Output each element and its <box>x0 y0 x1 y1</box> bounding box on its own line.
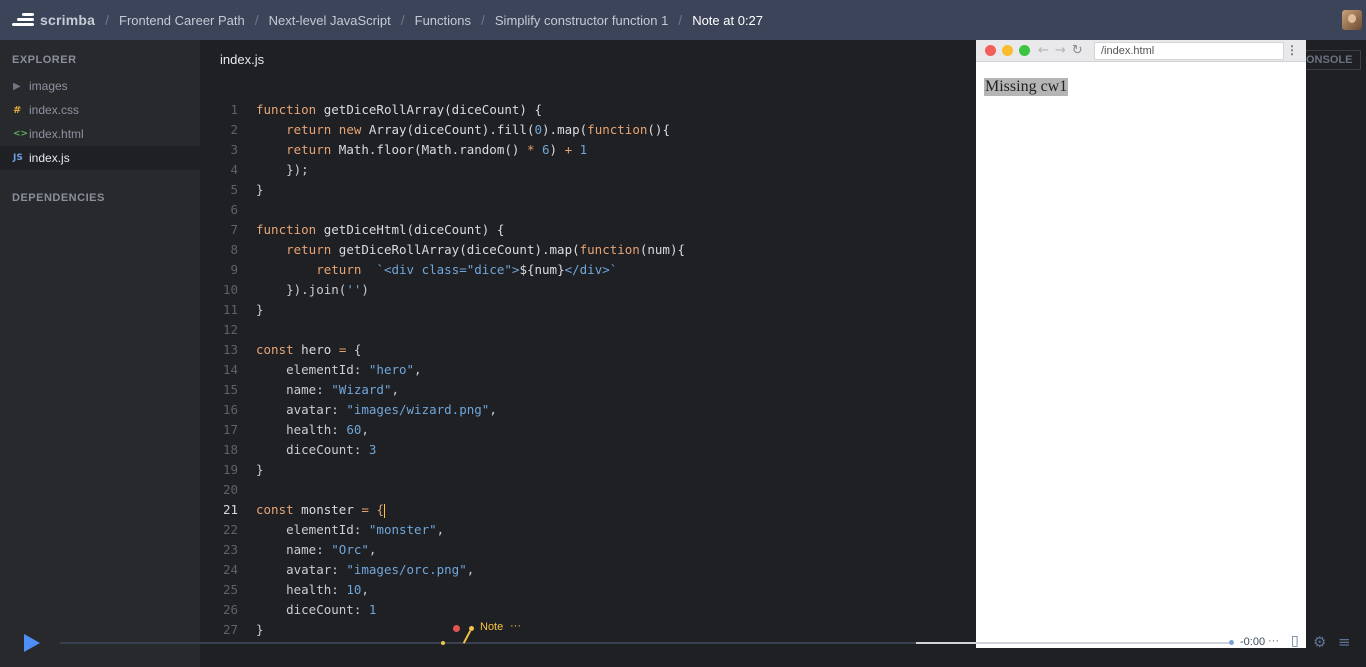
folder-caret-icon: ▶ <box>13 80 21 92</box>
editor-file-title: index.js <box>220 52 265 67</box>
close-window-icon[interactable] <box>985 45 996 56</box>
breadcrumb-separator: / <box>105 12 109 28</box>
timeline-progress <box>916 642 1232 644</box>
file-explorer-sidebar: EXPLORER ▶ images # index.css <> index.h… <box>0 40 200 667</box>
breadcrumb-career-path[interactable]: Frontend Career Path <box>119 13 245 28</box>
note-more-button[interactable]: ··· <box>510 620 521 632</box>
maximize-window-icon[interactable] <box>1019 45 1030 56</box>
breadcrumb-separator: / <box>400 12 405 28</box>
browser-toolbar: ← → ↻ /index.html ⋮ <box>976 40 1306 62</box>
note-label[interactable]: Note <box>480 621 503 633</box>
explorer-heading: EXPLORER <box>12 54 77 66</box>
breadcrumb-section[interactable]: Functions <box>415 13 471 28</box>
time-remaining: -0:00 <box>1240 636 1266 648</box>
html-file-icon: <> <box>13 129 29 139</box>
sidebar-item-label: index.js <box>29 151 70 165</box>
preview-content-text: Missing cw1 <box>984 78 1069 96</box>
play-button[interactable] <box>24 634 40 652</box>
menu-icon[interactable]: ≡ <box>1338 633 1351 651</box>
minimize-window-icon[interactable] <box>1002 45 1013 56</box>
code-editor[interactable]: index.js 1 function getDiceRollArray(dice… <box>200 40 976 667</box>
breadcrumb-separator: / <box>481 12 485 28</box>
sidebar-item-index-html[interactable]: <> index.html <box>0 122 200 146</box>
js-file-icon: JS <box>13 153 23 163</box>
sidebar-item-label: index.css <box>29 103 80 117</box>
back-arrow-icon[interactable]: ← <box>1038 43 1049 58</box>
time-more-button[interactable]: ··· <box>1268 635 1279 647</box>
settings-gear-icon[interactable]: ⚙ <box>1313 633 1326 651</box>
breadcrumb-lesson[interactable]: Simplify constructor function 1 <box>495 13 668 28</box>
record-indicator-icon <box>453 625 460 632</box>
timeline-scrubber[interactable] <box>1229 640 1234 645</box>
sidebar-item-index-js[interactable]: JS index.js <box>0 146 200 170</box>
breadcrumb-module[interactable]: Next-level JavaScript <box>269 13 391 28</box>
breadcrumb-current-note: Note at 0:27 <box>692 12 764 28</box>
sidebar-item-label: images <box>29 79 68 93</box>
reload-icon[interactable]: ↻ <box>1072 43 1083 58</box>
sidebar-item-images[interactable]: ▶ images <box>0 74 200 98</box>
note-marker[interactable] <box>441 641 445 645</box>
breadcrumb-separator: / <box>678 12 683 28</box>
top-bar: scrimba / Frontend Career Path / Next-le… <box>0 0 1366 40</box>
text-cursor <box>383 503 385 518</box>
sidebar-item-index-css[interactable]: # index.css <box>0 98 200 122</box>
bookmark-icon[interactable]: ▯ <box>1291 633 1299 649</box>
note-pin-icon <box>469 626 474 631</box>
playback-bar: Note ··· -0:00 ··· ▯ ⚙ ≡ <box>0 620 1366 667</box>
scrimba-logo[interactable]: scrimba <box>12 0 95 40</box>
logo-text: scrimba <box>40 12 96 28</box>
forward-arrow-icon[interactable]: → <box>1055 43 1066 58</box>
user-avatar[interactable] <box>1342 10 1362 30</box>
css-file-icon: # <box>13 104 22 116</box>
logo-icon <box>12 13 34 27</box>
breadcrumb-separator: / <box>254 12 259 28</box>
more-options-icon[interactable]: ⋮ <box>1286 43 1298 57</box>
sidebar-item-label: index.html <box>29 127 84 141</box>
console-tab[interactable]: ONSOLE <box>1306 50 1362 70</box>
dependencies-heading[interactable]: DEPENDENCIES <box>0 192 200 204</box>
browser-preview: ← → ↻ /index.html ⋮ Missing cw1 <box>976 40 1306 648</box>
url-bar[interactable]: /index.html <box>1094 42 1284 60</box>
